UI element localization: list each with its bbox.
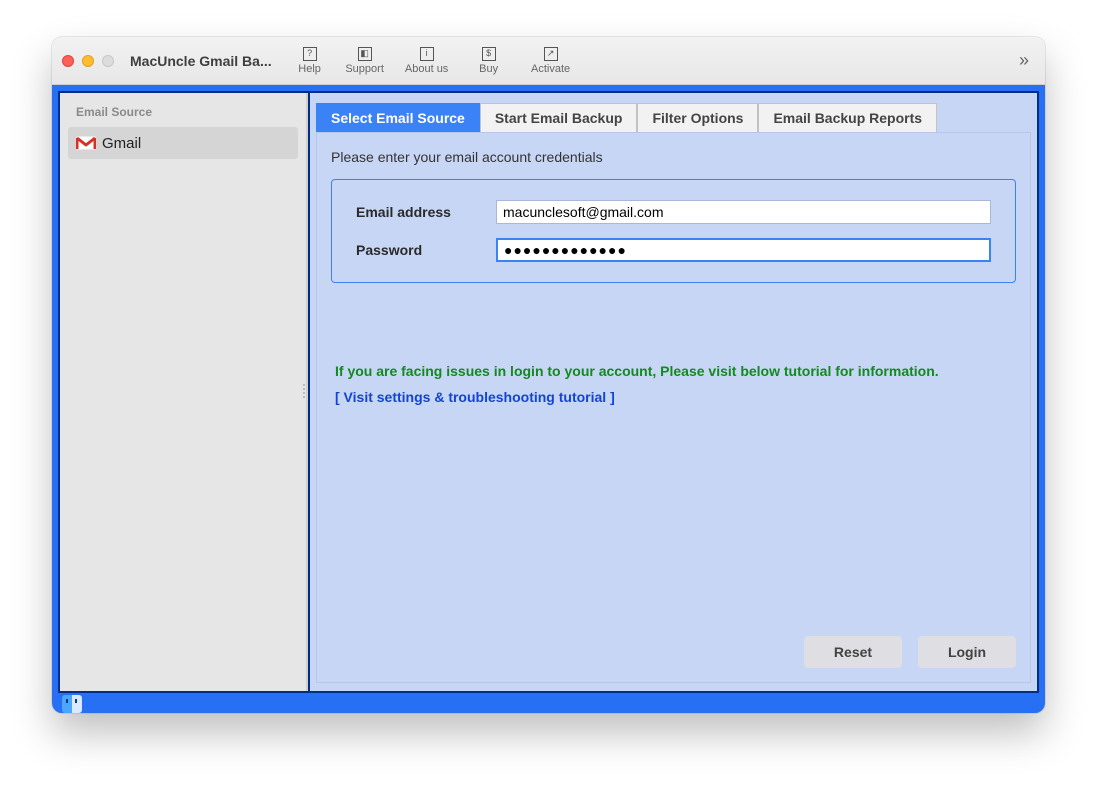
tab-label: Email Backup Reports [773, 110, 922, 126]
buy-icon: $ [482, 47, 496, 61]
reset-button[interactable]: Reset [804, 636, 902, 668]
toolbar: ? Help ◧ Support i About us $ Buy ↗ Acti… [286, 41, 582, 81]
help-icon: ? [303, 47, 317, 61]
tab-label: Start Email Backup [495, 110, 623, 126]
support-button[interactable]: ◧ Support [334, 41, 396, 81]
maximize-icon[interactable] [102, 55, 114, 67]
app-window: MacUncle Gmail Ba... ? Help ◧ Support i … [52, 37, 1045, 713]
titlebar: MacUncle Gmail Ba... ? Help ◧ Support i … [52, 37, 1045, 85]
tab-email-backup-reports[interactable]: Email Backup Reports [758, 103, 937, 132]
tab-start-email-backup[interactable]: Start Email Backup [480, 103, 638, 132]
tab-content: Please enter your email account credenti… [316, 132, 1031, 683]
tab-label: Filter Options [652, 110, 743, 126]
login-button[interactable]: Login [918, 636, 1016, 668]
buy-button[interactable]: $ Buy [458, 41, 520, 81]
tab-bar: Select Email Source Start Email Backup F… [310, 93, 1037, 132]
support-icon: ◧ [358, 47, 372, 61]
activate-icon: ↗ [544, 47, 558, 61]
gmail-icon [76, 136, 96, 150]
toolbar-label: Help [298, 63, 321, 75]
help-button[interactable]: ? Help [286, 41, 334, 81]
body-inner: Email Source Gmail [58, 91, 1039, 693]
sidebar: Email Source Gmail [60, 93, 308, 691]
password-label: Password [356, 242, 486, 258]
overflow-icon[interactable]: » [1013, 44, 1035, 77]
sidebar-item-label: Gmail [102, 135, 141, 152]
password-input[interactable] [496, 238, 991, 262]
sidebar-resize-handle[interactable] [301, 380, 307, 404]
instructions-text: Please enter your email account credenti… [331, 149, 1016, 165]
toolbar-label: Buy [479, 63, 498, 75]
toolbar-label: About us [405, 63, 448, 75]
help-message: If you are facing issues in login to you… [331, 363, 1016, 389]
action-row: Reset Login [331, 616, 1016, 668]
troubleshoot-link[interactable]: [ Visit settings & troubleshooting tutor… [331, 389, 1016, 405]
email-input[interactable] [496, 200, 991, 224]
finder-icon[interactable] [62, 695, 82, 713]
tab-select-email-source[interactable]: Select Email Source [316, 103, 480, 132]
sidebar-item-gmail[interactable]: Gmail [68, 127, 298, 159]
main-panel: Select Email Source Start Email Backup F… [308, 93, 1037, 691]
tab-label: Select Email Source [331, 110, 465, 126]
about-button[interactable]: i About us [396, 41, 458, 81]
traffic-lights [62, 55, 114, 67]
tab-filter-options[interactable]: Filter Options [637, 103, 758, 132]
close-icon[interactable] [62, 55, 74, 67]
toolbar-label: Support [345, 63, 384, 75]
minimize-icon[interactable] [82, 55, 94, 67]
app-title: MacUncle Gmail Ba... [130, 53, 272, 69]
sidebar-title: Email Source [68, 101, 298, 127]
credentials-box: Email address Password [331, 179, 1016, 283]
body: Email Source Gmail [52, 85, 1045, 713]
activate-button[interactable]: ↗ Activate [520, 41, 582, 81]
toolbar-label: Activate [531, 63, 570, 75]
email-label: Email address [356, 204, 486, 220]
about-icon: i [420, 47, 434, 61]
footer-bar [58, 693, 1039, 713]
